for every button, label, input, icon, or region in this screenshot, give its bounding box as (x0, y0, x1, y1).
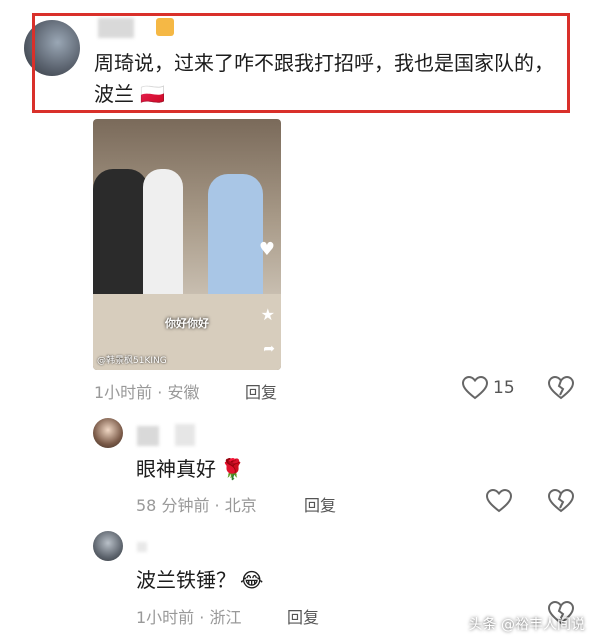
laughing-crying-icon: 😂 (240, 568, 264, 592)
people-silhouette-right (208, 174, 263, 314)
video-credit: @韩景枫51KING (97, 356, 167, 366)
reply1-meta: 58 分钟前 · 北京 (136, 496, 257, 515)
reply1-dislike-broken-heart-icon[interactable] (548, 489, 574, 513)
source-watermark: 头条 @裕丰人间说 (468, 617, 585, 633)
reply-button[interactable]: 回复 (245, 379, 277, 403)
poland-flag-icon: 🇵🇱 (140, 82, 165, 106)
like-heart-icon[interactable] (462, 376, 488, 400)
reply2-meta: 1小时前 · 浙江 (136, 608, 242, 627)
reply2-text: 波兰铁锤？ (136, 568, 236, 592)
dislike-broken-heart-icon[interactable] (548, 376, 574, 400)
reply1-name-blurred[interactable] (137, 426, 159, 446)
reply1-text-row: 眼神真好 🌹 (136, 454, 245, 485)
reply2-avatar[interactable] (93, 531, 123, 561)
video-caption: 你好你好 (165, 317, 209, 330)
people-silhouette-left (93, 169, 148, 309)
reply1-badge-blurred (175, 424, 195, 446)
reply2-reply-button[interactable]: 回复 (287, 604, 319, 628)
reply1-avatar[interactable] (93, 418, 123, 448)
heart-icon[interactable]: ♥ (259, 239, 275, 260)
rose-icon: 🌹 (220, 457, 245, 481)
reply2-text-row: 波兰铁锤？ 😂 (136, 565, 263, 596)
share-icon[interactable]: ➦ (263, 341, 275, 357)
video-thumbnail[interactable]: ♥ ★ ➦ 你好你好 @韩景枫51KING (93, 119, 281, 370)
star-icon[interactable]: ★ (261, 305, 275, 324)
reply1-reply-button[interactable]: 回复 (304, 492, 336, 516)
comment-text: 周琦说，过来了咋不跟我打招呼，我也是国家队的，波兰 🇵🇱 (94, 48, 564, 110)
like-count: 15 (493, 378, 515, 398)
reply1-text: 眼神真好 (136, 457, 216, 481)
comment-meta: 1小时前 · 安徽 (94, 383, 200, 402)
reply2-name-blurred[interactable] (137, 542, 147, 552)
reply1-like-heart-icon[interactable] (486, 489, 512, 513)
